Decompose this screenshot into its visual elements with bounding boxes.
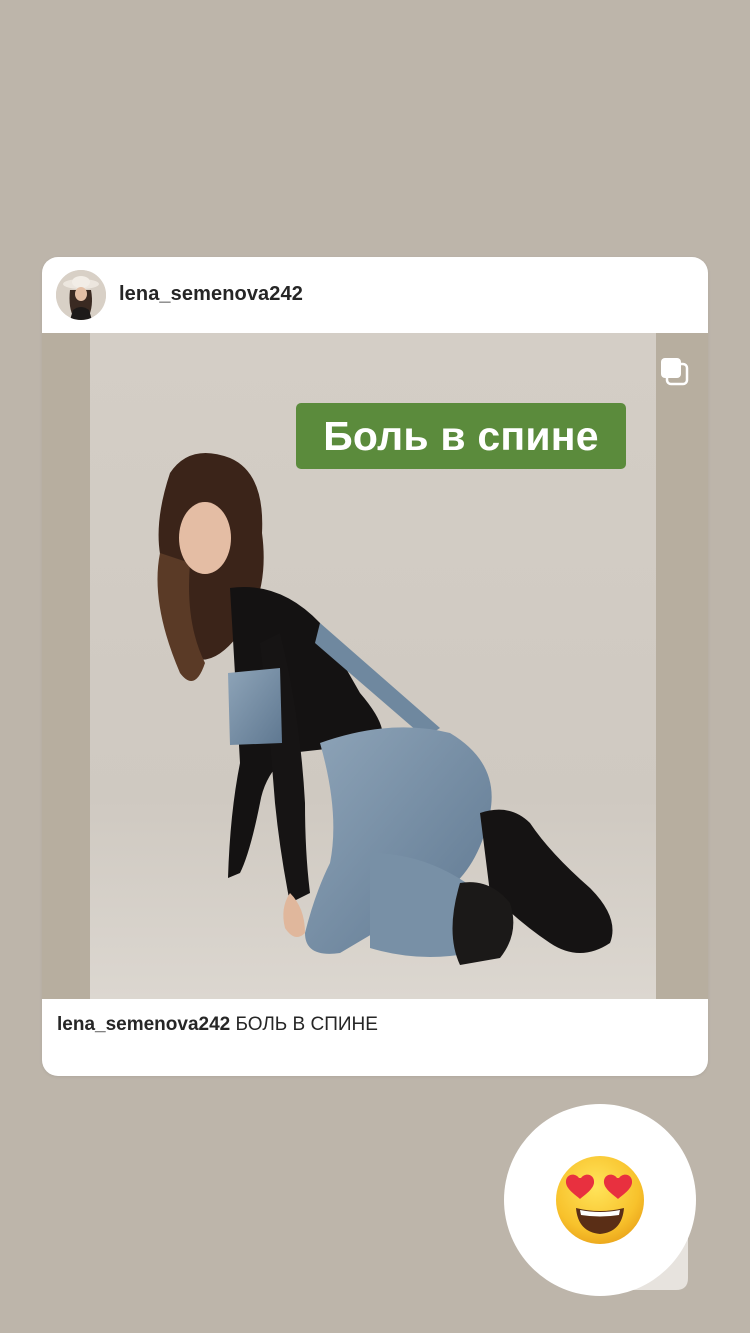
post-username[interactable]: lena_semenova242: [119, 283, 303, 306]
multi-image-icon: [658, 355, 690, 387]
reaction-bubble[interactable]: [504, 1104, 696, 1296]
caption-username[interactable]: lena_semenova242: [57, 1014, 230, 1035]
shared-post-card[interactable]: lena_semenova242 Боль в спине lena_semen…: [42, 257, 708, 1076]
avatar[interactable]: [56, 270, 106, 320]
post-image[interactable]: Боль в спине: [42, 333, 708, 999]
post-caption: lena_semenova242 БОЛЬ В СПИНЕ: [57, 1014, 697, 1036]
heart-eyes-emoji: [552, 1152, 648, 1248]
post-header: lena_semenova242: [42, 257, 708, 333]
caption-text: БОЛЬ В СПИНЕ: [235, 1014, 378, 1035]
overlay-label: Боль в спине: [296, 403, 626, 469]
